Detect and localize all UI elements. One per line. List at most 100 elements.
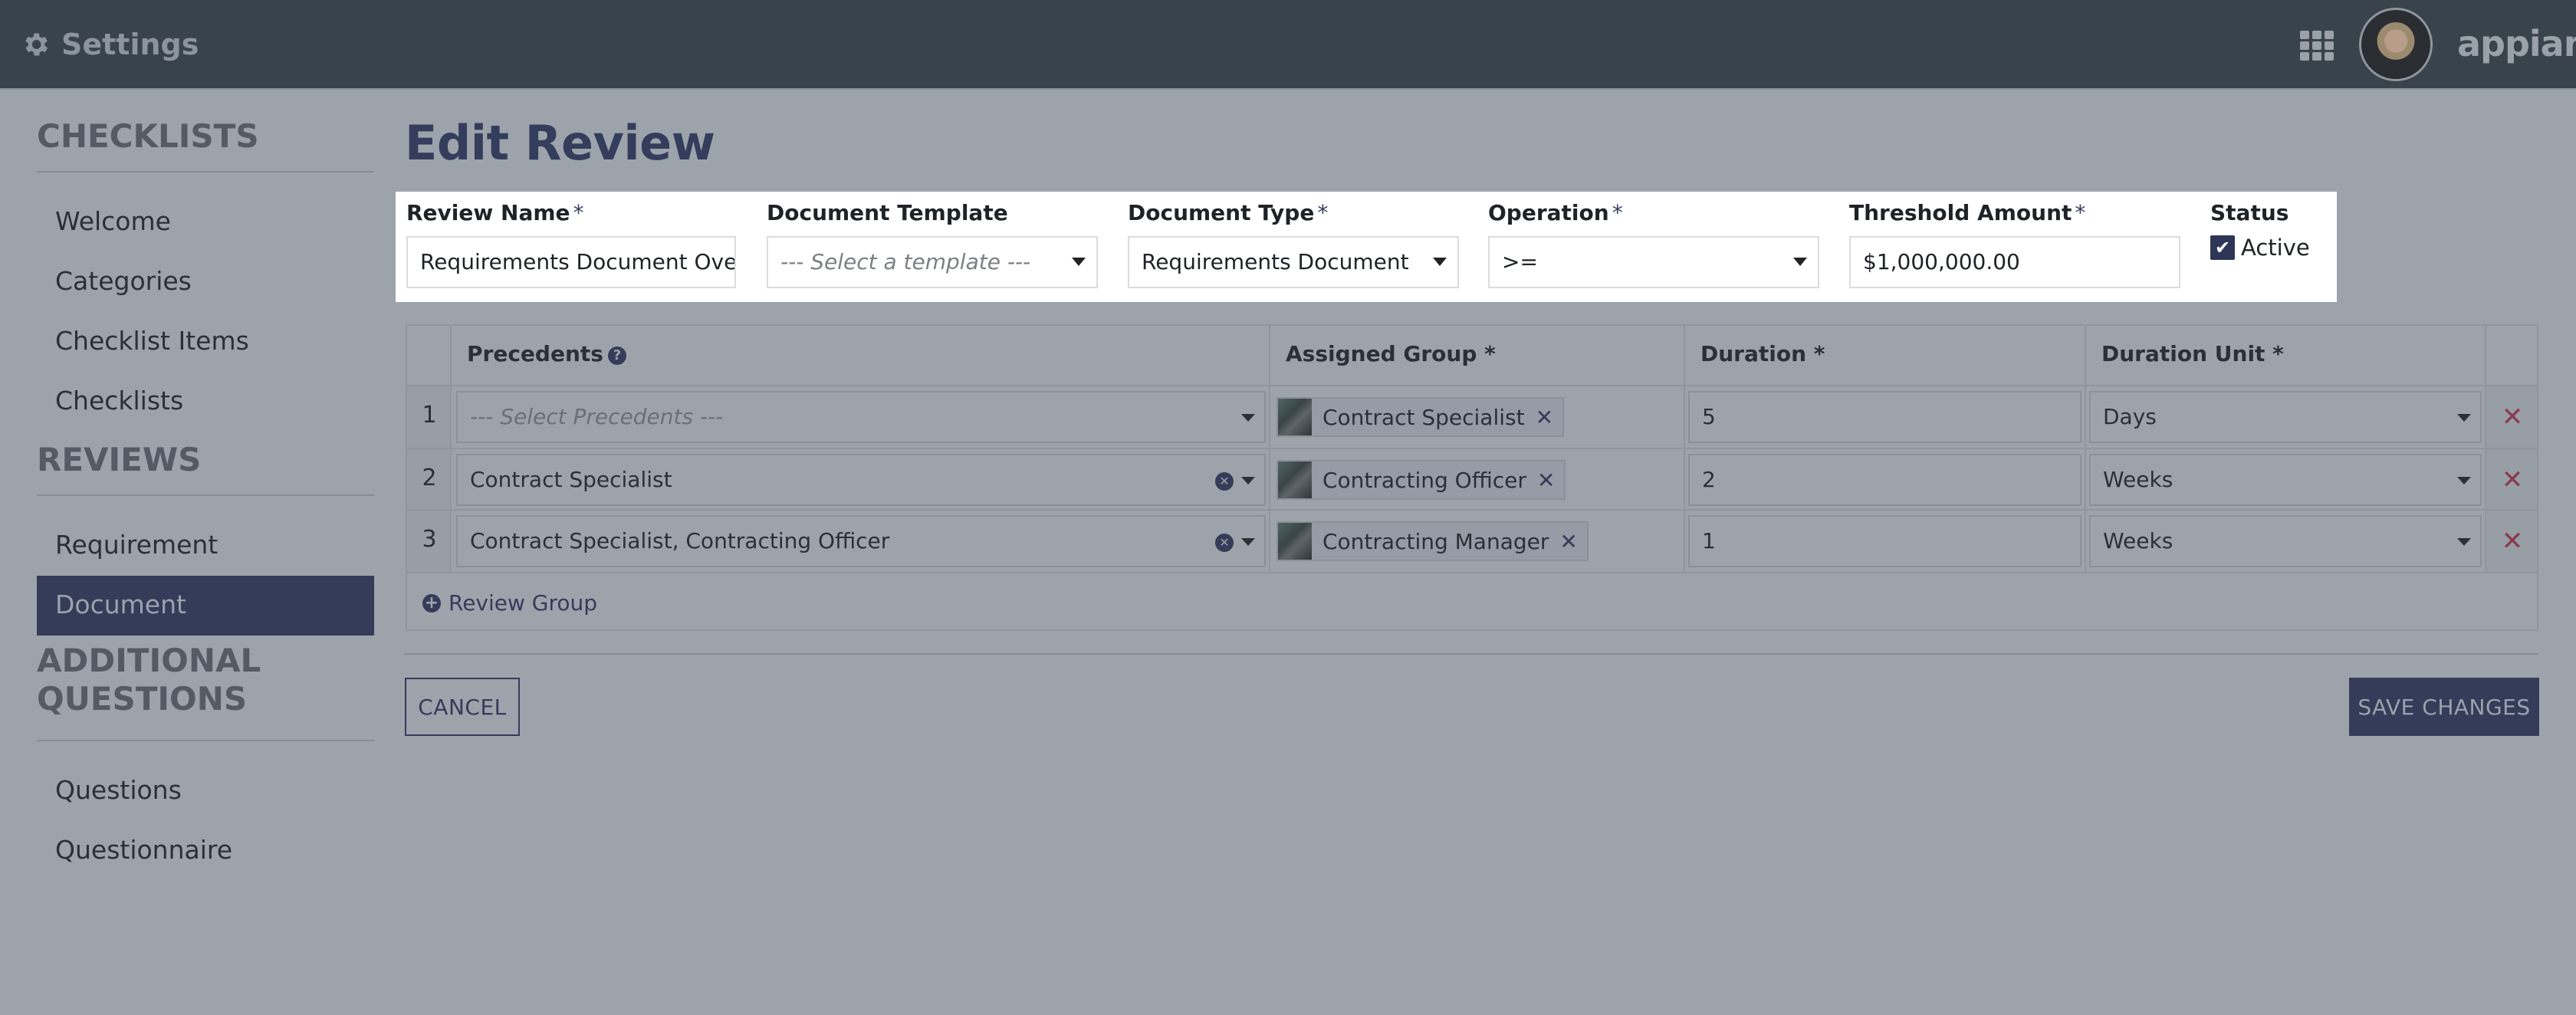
clear-icon[interactable]: ✕ — [1215, 534, 1234, 552]
column-label: Precedents — [467, 341, 603, 366]
assigned-group-tag: Contracting Officer ✕ — [1276, 460, 1566, 500]
document-type-field: Document Type * — [1128, 198, 1328, 230]
duration-input[interactable]: 1 — [1688, 515, 2082, 567]
duration-unit-select[interactable]: Days — [2089, 391, 2482, 443]
status-label: Status — [2210, 200, 2289, 225]
threshold-amount-label: Threshold Amount — [1849, 200, 2072, 225]
duration-input[interactable]: 5 — [1688, 391, 2082, 443]
review-name-field: Review Name * — [406, 198, 584, 230]
chevron-down-icon — [2457, 414, 2471, 422]
assigned-group-tag: Contract Specialist ✕ — [1276, 397, 1565, 437]
sidebar-item-categories[interactable]: Categories — [37, 252, 374, 312]
duration-unit-value: Weeks — [2103, 467, 2174, 492]
gear-icon — [25, 33, 48, 56]
add-review-group-link[interactable]: + Review Group — [422, 590, 597, 616]
app-title-label: Settings — [61, 28, 199, 61]
required-mark: * — [1612, 200, 1623, 225]
app-title[interactable]: Settings — [20, 21, 199, 67]
chevron-down-icon — [2457, 477, 2471, 485]
review-form: Review Name * Requirements Document Over … — [396, 192, 2337, 302]
assigned-group-label: Contracting Manager — [1322, 528, 1549, 554]
group-thumbnail — [1278, 523, 1312, 560]
sidebar: CHECKLISTS Welcome Categories Checklist … — [37, 90, 374, 881]
precedents-placeholder: --- Select Precedents --- — [470, 404, 724, 429]
chevron-down-icon — [2457, 538, 2471, 546]
table-row: 3 Contract Specialist, Contracting Offic… — [407, 511, 2537, 573]
table-row: 2 Contract Specialist ✕ Contracting Offi… — [407, 449, 2537, 511]
sidebar-item-document[interactable]: Document — [37, 576, 374, 636]
active-checkbox-row[interactable]: ✔ Active — [2210, 235, 2310, 261]
sidebar-item-requirement[interactable]: Requirement — [37, 516, 374, 576]
sidebar-heading-additional-questions: ADDITIONAL QUESTIONS — [37, 636, 374, 741]
sidebar-item-welcome[interactable]: Welcome — [37, 192, 374, 252]
assigned-group-tag: Contracting Manager ✕ — [1276, 521, 1589, 561]
operation-field: Operation * — [1488, 198, 1623, 230]
precedents-value: Contract Specialist, Contracting Officer — [470, 528, 890, 553]
duration-unit-select[interactable]: Weeks — [2089, 454, 2482, 506]
document-type-select[interactable]: Requirements Document — [1128, 236, 1459, 288]
remove-tag-icon[interactable]: ✕ — [1537, 468, 1555, 493]
delete-row-icon[interactable]: ✕ — [2486, 402, 2538, 432]
sidebar-item-questions[interactable]: Questions — [37, 761, 374, 821]
required-mark: * — [2075, 200, 2086, 225]
duration-unit-select[interactable]: Weeks — [2089, 515, 2482, 567]
appian-logo: appian — [2457, 23, 2576, 64]
assigned-group-label: Contracting Officer — [1322, 467, 1526, 493]
table-row: 1 --- Select Precedents --- Contract Spe… — [407, 386, 2537, 449]
column-header-duration: Duration * — [1685, 326, 2086, 385]
column-header-assigned-group: Assigned Group * — [1270, 326, 1685, 385]
document-template-placeholder: --- Select a template --- — [780, 249, 1031, 274]
plus-circle-icon: + — [422, 593, 441, 613]
chevron-down-icon — [1793, 258, 1807, 266]
duration-unit-value: Weeks — [2103, 528, 2174, 553]
precedents-select[interactable]: Contract Specialist ✕ — [456, 454, 1266, 506]
threshold-amount-field: Threshold Amount * — [1849, 198, 2085, 230]
required-mark: * — [1317, 200, 1329, 225]
delete-row-icon[interactable]: ✕ — [2486, 526, 2538, 557]
document-type-label: Document Type — [1128, 200, 1315, 225]
review-name-label: Review Name — [406, 200, 570, 225]
review-name-input[interactable]: Requirements Document Over — [406, 236, 736, 288]
chevron-down-icon — [1072, 258, 1086, 266]
column-header-duration-unit: Duration Unit * — [2086, 326, 2486, 385]
operation-label: Operation — [1488, 200, 1609, 225]
help-icon[interactable]: ? — [607, 347, 626, 365]
sidebar-heading-reviews: REVIEWS — [37, 432, 374, 496]
cancel-button[interactable]: CANCEL — [405, 678, 520, 736]
chevron-down-icon — [1241, 538, 1255, 546]
delete-row-icon[interactable]: ✕ — [2486, 465, 2538, 495]
remove-tag-icon[interactable]: ✕ — [1559, 529, 1577, 554]
chevron-down-icon — [1241, 414, 1255, 422]
row-number: 1 — [422, 402, 437, 429]
operation-value: >= — [1502, 249, 1538, 274]
sidebar-item-checklist-items[interactable]: Checklist Items — [37, 312, 374, 372]
apps-grid-icon[interactable] — [2300, 31, 2335, 61]
sidebar-item-questionnaire[interactable]: Questionnaire — [37, 821, 374, 881]
grid-header-row: Precedents? Assigned Group * Duration * … — [407, 326, 2537, 386]
active-checkbox[interactable]: ✔ — [2210, 235, 2235, 260]
remove-tag-icon[interactable]: ✕ — [1536, 405, 1553, 430]
operation-select[interactable]: >= — [1488, 236, 1819, 288]
group-thumbnail — [1278, 399, 1312, 435]
document-template-select[interactable]: --- Select a template --- — [767, 236, 1098, 288]
save-changes-button[interactable]: SAVE CHANGES — [2349, 678, 2539, 736]
active-checkbox-label[interactable]: Active — [2241, 235, 2310, 261]
duration-input[interactable]: 2 — [1688, 454, 2082, 506]
document-template-label: Document Template — [767, 200, 1008, 225]
add-review-group-label: Review Group — [449, 590, 598, 616]
required-mark: * — [573, 200, 584, 225]
document-template-field: Document Template — [767, 198, 1008, 230]
group-thumbnail — [1278, 462, 1312, 498]
precedents-select[interactable]: --- Select Precedents --- — [456, 391, 1266, 443]
row-number: 2 — [422, 465, 437, 491]
divider — [405, 653, 2538, 655]
chevron-down-icon — [1241, 477, 1255, 485]
heading-line: QUESTIONS — [37, 680, 248, 718]
threshold-amount-input[interactable]: $1,000,000.00 — [1849, 236, 2180, 288]
clear-icon[interactable]: ✕ — [1215, 472, 1234, 491]
document-type-value: Requirements Document — [1142, 249, 1409, 274]
precedents-select[interactable]: Contract Specialist, Contracting Officer… — [456, 515, 1266, 567]
chevron-down-icon — [1433, 258, 1447, 266]
sidebar-item-checklists[interactable]: Checklists — [37, 372, 374, 432]
user-avatar[interactable] — [2359, 8, 2433, 81]
